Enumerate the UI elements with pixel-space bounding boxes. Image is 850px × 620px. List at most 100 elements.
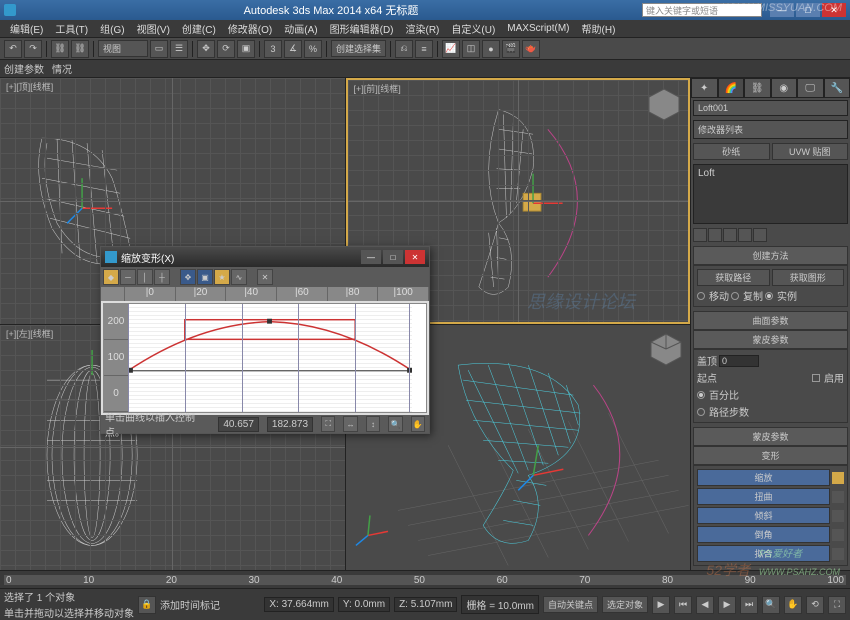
scale-deformation-dialog[interactable]: 缩放变形(X) — □ ✕ ◆ ─ │ ┼ ✥ ▣ ★ ∿ ✕ |0|20|40…: [100, 246, 430, 434]
add-time-tag[interactable]: 添加时间标记: [160, 597, 220, 612]
deformation-curve[interactable]: [128, 322, 412, 371]
move-radio[interactable]: [697, 292, 705, 300]
scale-deform-button[interactable]: 缩放: [697, 469, 830, 486]
motion-tab[interactable]: ◉: [771, 78, 798, 98]
make-symmetrical-button[interactable]: ◆: [103, 269, 119, 285]
display-xy-button[interactable]: ┼: [154, 269, 170, 285]
viewcube[interactable]: [644, 84, 684, 124]
utilities-tab[interactable]: 🔧: [824, 78, 850, 98]
viewcube[interactable]: [646, 329, 686, 369]
viewport-label[interactable]: [+][左][线框]: [6, 327, 53, 340]
scale-toggle-icon[interactable]: [832, 472, 844, 484]
time-slider[interactable]: 0102030405060708090100: [0, 570, 850, 588]
undo-button[interactable]: ↶: [4, 40, 22, 58]
select-name-button[interactable]: ☰: [170, 40, 188, 58]
zoom-button[interactable]: 🔍: [762, 596, 780, 614]
rollout-surface[interactable]: 曲面参数: [693, 311, 848, 330]
copy-radio[interactable]: [731, 292, 739, 300]
insert-bezier-button[interactable]: ∿: [231, 269, 247, 285]
coord-z[interactable]: Z: 5.107mm: [394, 597, 457, 612]
enable-checkbox[interactable]: [812, 374, 820, 382]
rollout-deform[interactable]: 蒙皮参数: [693, 427, 848, 446]
render-button[interactable]: 🫖: [522, 40, 540, 58]
minimize-button[interactable]: —: [770, 3, 794, 17]
lock-selection-button[interactable]: 🔒: [138, 596, 156, 614]
bevel-toggle-icon[interactable]: [832, 529, 844, 541]
ribbon-tab-1[interactable]: 创建参数: [4, 61, 44, 76]
link-button[interactable]: ⛓: [51, 40, 69, 58]
zoom-h-button[interactable]: ↔: [343, 416, 357, 432]
setkey-button[interactable]: 选定对象: [602, 596, 648, 613]
pin-stack-button[interactable]: [693, 228, 707, 242]
snap-toggle[interactable]: 3: [264, 40, 282, 58]
menu-help[interactable]: 帮助(H): [576, 21, 622, 36]
viewport-label[interactable]: [+][前][线框]: [354, 82, 401, 95]
move-point-button[interactable]: ✥: [180, 269, 196, 285]
pathsteps-radio[interactable]: [697, 408, 705, 416]
pan-button[interactable]: ✋: [411, 416, 425, 432]
unlink-button[interactable]: ⛓: [71, 40, 89, 58]
percent-radio[interactable]: [697, 391, 705, 399]
fit-deform-button[interactable]: 拟合: [697, 545, 830, 562]
get-shape-button[interactable]: 获取图形: [772, 269, 845, 286]
schematic-button[interactable]: ◫: [462, 40, 480, 58]
maximize-viewport-button[interactable]: ⛶: [828, 596, 846, 614]
configure-button[interactable]: [753, 228, 767, 242]
menu-create[interactable]: 创建(C): [176, 21, 222, 36]
stack-item-loft[interactable]: Loft: [696, 167, 845, 180]
ribbon-tab-2[interactable]: 情况: [52, 61, 72, 76]
viewport-label[interactable]: [+][顶][线框]: [6, 80, 53, 93]
menu-view[interactable]: 视图(V): [131, 21, 176, 36]
zoom-button[interactable]: 🔍: [388, 416, 402, 432]
align-button[interactable]: ≡: [415, 40, 433, 58]
modifier-stack[interactable]: Loft: [693, 164, 848, 224]
select-button[interactable]: ▭: [150, 40, 168, 58]
rollout-deform-sub[interactable]: 变形: [693, 446, 848, 465]
angle-snap[interactable]: ∡: [284, 40, 302, 58]
dialog-maximize-button[interactable]: □: [383, 250, 403, 264]
dialog-titlebar[interactable]: 缩放变形(X) — □ ✕: [101, 247, 429, 267]
deformation-graph[interactable]: 2001000: [103, 303, 427, 413]
display-tab[interactable]: 🖵: [797, 78, 824, 98]
subtab-2[interactable]: UVW 贴图: [772, 143, 849, 160]
show-end-button[interactable]: [708, 228, 722, 242]
render-setup-button[interactable]: 🎬: [502, 40, 520, 58]
material-editor-button[interactable]: ●: [482, 40, 500, 58]
menu-maxscript[interactable]: MAXScript(M): [501, 23, 575, 34]
refcoord-dropdown[interactable]: 视图: [98, 40, 148, 57]
menu-edit[interactable]: 编辑(E): [4, 21, 49, 36]
coord-x-field[interactable]: 40.657: [218, 417, 259, 432]
next-frame-button[interactable]: ▶: [718, 596, 736, 614]
play-button[interactable]: ▶: [652, 596, 670, 614]
help-search-input[interactable]: 键入关键字或短语: [642, 3, 762, 17]
rotate-button[interactable]: ⟳: [217, 40, 235, 58]
zoom-ext-button[interactable]: ⛶: [321, 416, 335, 432]
coord-y[interactable]: Y: 0.0mm: [338, 597, 390, 612]
create-tab[interactable]: ✦: [691, 78, 718, 98]
named-selset-dropdown[interactable]: 创建选择集: [331, 40, 386, 57]
teeter-deform-button[interactable]: 倾斜: [697, 507, 830, 524]
dialog-minimize-button[interactable]: —: [361, 250, 381, 264]
dialog-close-button[interactable]: ✕: [405, 250, 425, 264]
display-y-button[interactable]: │: [137, 269, 153, 285]
scale-point-button[interactable]: ▣: [197, 269, 213, 285]
curve-editor-button[interactable]: 📈: [442, 40, 460, 58]
percent-snap[interactable]: %: [304, 40, 322, 58]
menu-animation[interactable]: 动画(A): [278, 21, 323, 36]
move-button[interactable]: ✥: [197, 40, 215, 58]
rollout-creation[interactable]: 创建方法: [693, 246, 848, 265]
modify-tab[interactable]: 🌈: [718, 78, 745, 98]
menu-tools[interactable]: 工具(T): [49, 21, 94, 36]
menu-customize[interactable]: 自定义(U): [445, 21, 501, 36]
display-x-button[interactable]: ─: [120, 269, 136, 285]
bevel-deform-button[interactable]: 倒角: [697, 526, 830, 543]
fit-toggle-icon[interactable]: [832, 548, 844, 560]
unique-button[interactable]: [723, 228, 737, 242]
insert-corner-button[interactable]: ★: [214, 269, 230, 285]
hierarchy-tab[interactable]: ⛓: [744, 78, 771, 98]
menu-rendering[interactable]: 渲染(R): [400, 21, 446, 36]
coord-y-field[interactable]: 182.873: [267, 417, 313, 432]
twist-deform-button[interactable]: 扭曲: [697, 488, 830, 505]
goto-start-button[interactable]: ⏮: [674, 596, 692, 614]
zoom-v-button[interactable]: ↕: [366, 416, 380, 432]
